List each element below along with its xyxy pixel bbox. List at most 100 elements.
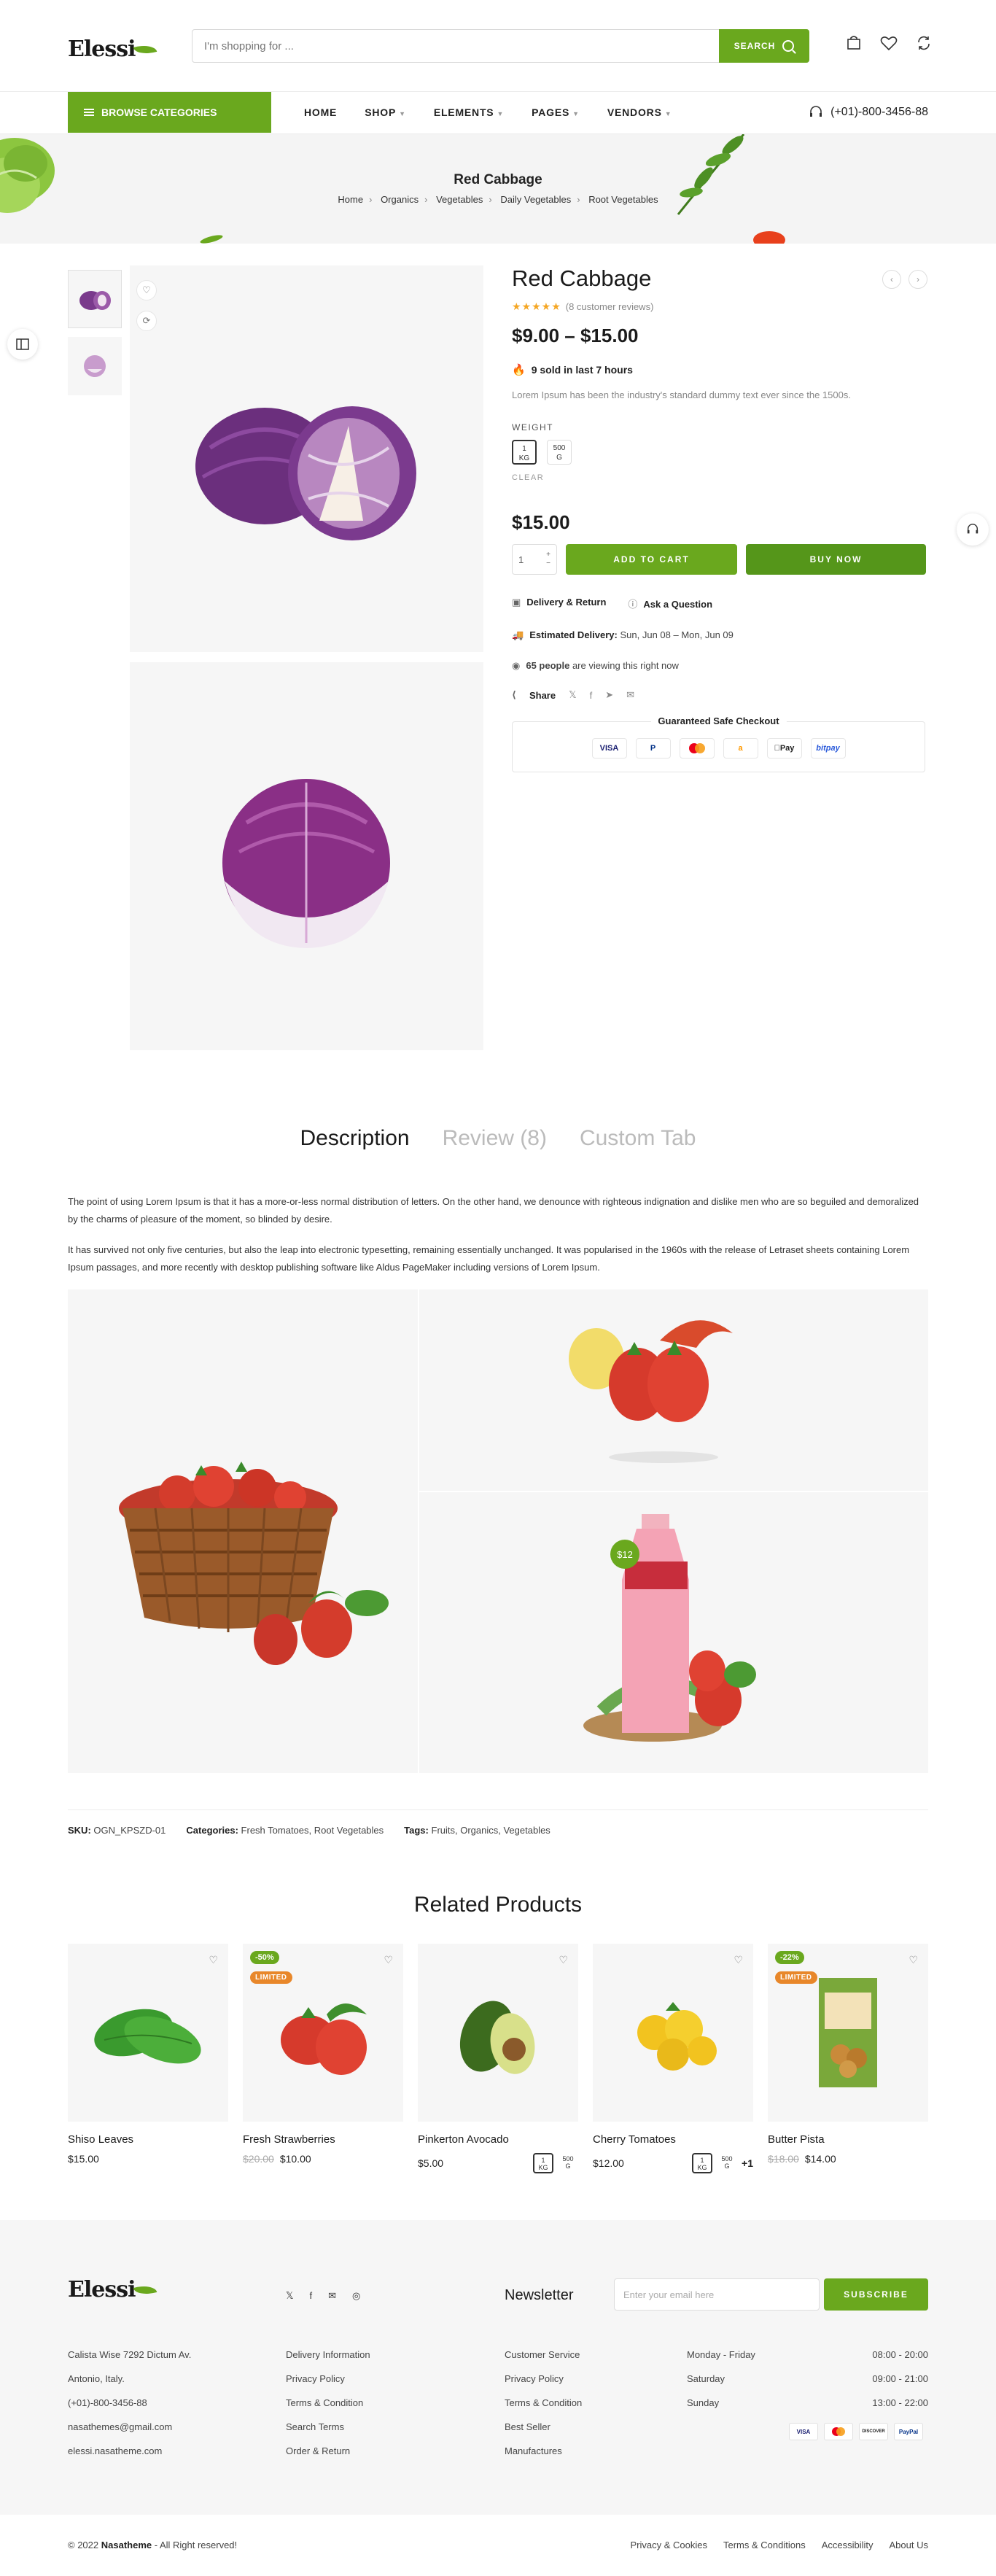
product-image-main[interactable]: [130, 265, 483, 652]
product-card[interactable]: -22% LIMITED ♡ Butter Pista $18.00 $14.00: [768, 1944, 928, 2173]
weight-option-500g[interactable]: 500 G: [558, 2153, 578, 2173]
phone-contact[interactable]: (+01)-800-3456-88: [809, 92, 928, 133]
footer-link[interactable]: Terms & Condition: [286, 2391, 370, 2415]
wishlist-icon[interactable]: ♡: [136, 280, 157, 300]
breadcrumb-vegetables[interactable]: Vegetables: [436, 194, 483, 205]
subscribe-button[interactable]: SUBSCRIBE: [824, 2278, 928, 2311]
menu-item-elements[interactable]: ELEMENTS ▼: [434, 106, 504, 118]
weight-option-500g[interactable]: 500 G: [717, 2153, 737, 2173]
product-card-image[interactable]: -22% LIMITED ♡: [768, 1944, 928, 2122]
facebook-icon[interactable]: f: [309, 2290, 312, 2302]
compare-icon[interactable]: ⟳: [136, 311, 157, 331]
breadcrumb-home[interactable]: Home: [338, 194, 363, 205]
tab-description[interactable]: Description: [300, 1126, 410, 1151]
bottom-link[interactable]: Accessibility: [822, 2540, 874, 2550]
product-card-image[interactable]: -50% LIMITED ♡: [243, 1944, 403, 2122]
footer-link[interactable]: Search Terms: [286, 2415, 370, 2439]
facebook-icon[interactable]: f: [590, 690, 593, 701]
product-card[interactable]: ♡ Cherry Tomatoes $12.00 1 KG 500 G +1: [593, 1944, 753, 2173]
weight-option-1kg[interactable]: 1 KG: [512, 440, 537, 465]
product-card-image[interactable]: ♡: [418, 1944, 578, 2122]
product-card[interactable]: ♡ Shiso Leaves $15.00: [68, 1944, 228, 2173]
bottom-link[interactable]: Terms & Conditions: [723, 2540, 806, 2550]
footer-link[interactable]: Privacy Policy: [286, 2367, 370, 2391]
tab-review[interactable]: Review (8): [443, 1126, 547, 1151]
menu-item-home[interactable]: HOME: [304, 106, 337, 118]
copyright-brand[interactable]: Nasatheme: [101, 2540, 152, 2550]
x-icon[interactable]: 𝕏: [569, 689, 576, 701]
menu-item-shop[interactable]: SHOP ▼: [365, 106, 406, 118]
mail-icon[interactable]: ✉: [328, 2290, 336, 2302]
support-icon[interactable]: [957, 513, 989, 546]
telegram-icon[interactable]: ➤: [605, 689, 613, 701]
menu-item-pages[interactable]: PAGES ▼: [532, 106, 580, 118]
browse-categories-button[interactable]: BROWSE CATEGORIES: [68, 92, 271, 133]
delivery-return-link[interactable]: ▣ Delivery & Return: [512, 597, 606, 610]
footer-link[interactable]: Terms & Condition: [505, 2391, 582, 2415]
sidebar-toggle-icon[interactable]: [7, 329, 38, 360]
categories-value[interactable]: Fresh Tomatoes, Root Vegetables: [241, 1825, 384, 1836]
product-name[interactable]: Pinkerton Avocado: [418, 2133, 578, 2146]
product-name[interactable]: Shiso Leaves: [68, 2133, 228, 2146]
product-name[interactable]: Cherry Tomatoes: [593, 2133, 753, 2146]
weight-option-1kg[interactable]: 1 KG: [692, 2153, 713, 2173]
search-button[interactable]: SEARCH: [719, 29, 809, 63]
footer-link[interactable]: Privacy Policy: [505, 2367, 582, 2391]
headset-icon: [810, 106, 822, 117]
product-name[interactable]: Butter Pista: [768, 2133, 928, 2146]
buy-now-button[interactable]: BUY NOW: [746, 544, 926, 575]
newsletter-email-input[interactable]: Enter your email here: [614, 2278, 820, 2311]
menu-item-vendors[interactable]: VENDORS ▼: [607, 106, 672, 118]
chevron-right-icon[interactable]: ›: [909, 270, 927, 289]
heart-icon[interactable]: ♡: [559, 1954, 568, 1966]
more-variants[interactable]: +1: [742, 2157, 753, 2169]
breadcrumb-daily-vegetables[interactable]: Daily Vegetables: [500, 194, 571, 205]
thumbnail-1[interactable]: [68, 270, 122, 328]
weight-option-500g[interactable]: 500 G: [547, 440, 572, 465]
thumbnail-2[interactable]: [68, 337, 122, 395]
tags-value[interactable]: Fruits, Organics, Vegetables: [432, 1825, 550, 1836]
product-card-image[interactable]: ♡: [68, 1944, 228, 2122]
heart-icon[interactable]: ♡: [384, 1954, 393, 1966]
footer-logo[interactable]: Elessi: [68, 2277, 157, 2303]
add-to-cart-button[interactable]: ADD TO CART: [566, 544, 737, 575]
mail-icon[interactable]: ✉: [626, 689, 634, 701]
heart-icon[interactable]: [879, 34, 898, 53]
search-input[interactable]: [192, 30, 703, 62]
weight-option-1kg[interactable]: 1 KG: [533, 2153, 553, 2173]
product-card-image[interactable]: ♡: [593, 1944, 753, 2122]
tab-custom[interactable]: Custom Tab: [580, 1126, 696, 1151]
compare-icon[interactable]: [914, 34, 933, 53]
cart-icon[interactable]: [844, 34, 863, 53]
bottom-link[interactable]: Privacy & Cookies: [631, 2540, 707, 2550]
footer-phone[interactable]: (+01)-800-3456-88: [68, 2391, 191, 2415]
instagram-icon[interactable]: ◎: [352, 2290, 360, 2302]
plus-icon[interactable]: +: [546, 551, 550, 559]
footer-link[interactable]: Order & Return: [286, 2439, 370, 2463]
footer-link[interactable]: Manufactures: [505, 2439, 582, 2463]
ask-question-link[interactable]: ⓘ Ask a Question: [628, 597, 712, 610]
heart-icon[interactable]: ♡: [209, 1954, 218, 1966]
bottom-link[interactable]: About Us: [890, 2540, 928, 2550]
product-card[interactable]: ♡ Pinkerton Avocado $5.00 1 KG 500 G: [418, 1944, 578, 2173]
breadcrumb-organics[interactable]: Organics: [381, 194, 419, 205]
breadcrumb-root-vegetables[interactable]: Root Vegetables: [588, 194, 658, 205]
x-icon[interactable]: 𝕏: [286, 2290, 293, 2302]
clear-link[interactable]: CLEAR: [512, 473, 927, 482]
product-image-second[interactable]: [130, 662, 483, 1050]
footer-email[interactable]: nasathemes@gmail.com: [68, 2415, 191, 2439]
footer-link[interactable]: Delivery Information: [286, 2343, 370, 2367]
footer-link[interactable]: Customer Service: [505, 2343, 582, 2367]
product-card[interactable]: -50% LIMITED ♡ Fresh Strawberries $20.00…: [243, 1944, 403, 2173]
quantity-stepper[interactable]: 1 + −: [512, 544, 557, 575]
footer-website[interactable]: elessi.nasatheme.com: [68, 2439, 191, 2463]
chevron-left-icon[interactable]: ‹: [882, 270, 901, 289]
heart-icon[interactable]: ♡: [734, 1954, 743, 1966]
heart-icon[interactable]: ♡: [909, 1954, 918, 1966]
product-name[interactable]: Fresh Strawberries: [243, 2133, 403, 2146]
logo[interactable]: Elessi: [68, 36, 157, 62]
footer-link[interactable]: Best Seller: [505, 2415, 582, 2439]
minus-icon[interactable]: −: [546, 559, 550, 568]
review-count-link[interactable]: (8 customer reviews): [566, 301, 654, 312]
quantity-value[interactable]: 1: [518, 554, 524, 565]
